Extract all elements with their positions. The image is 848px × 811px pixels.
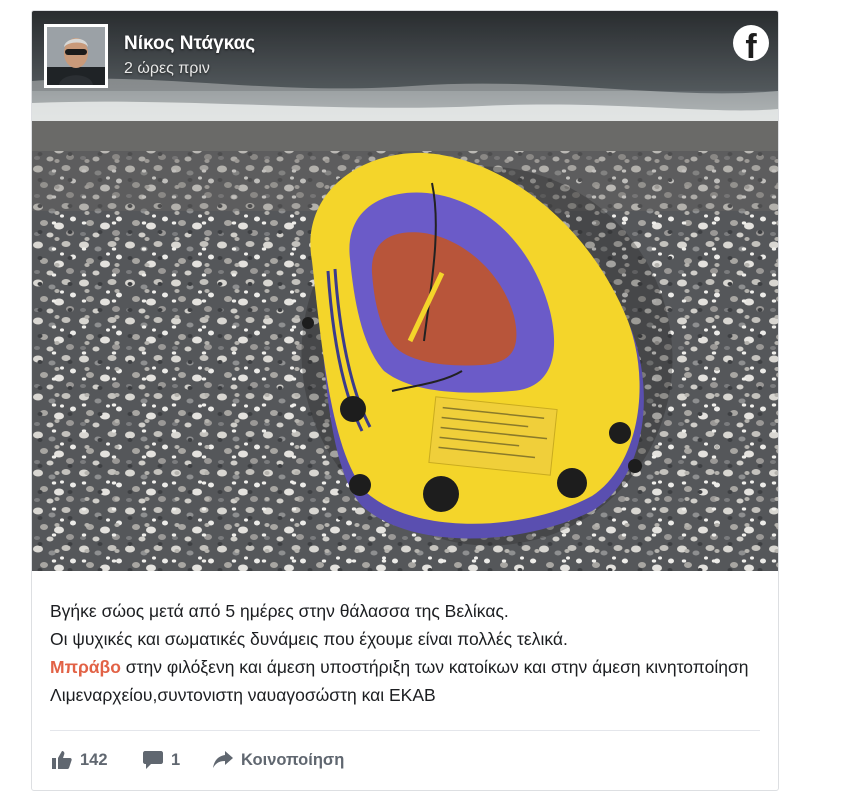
author-name[interactable]: Νίκος Ντάγκας [124,33,255,55]
avatar-photo [47,27,105,85]
boat-on-beach-image [32,11,778,571]
share-label: Κοινοποίηση [241,750,345,769]
comment-button[interactable]: 1 [143,747,180,773]
post-text-line: Μπράβο στην φιλόξενη και άμεση υποστήριξ… [50,653,765,709]
share-button[interactable]: Κοινοποίηση [213,747,344,773]
divider [50,730,760,731]
like-button[interactable]: 142 [52,747,108,773]
facebook-icon[interactable]: f [733,25,769,66]
post-header: Νίκος Ντάγκας 2 ώρες πριν f [32,11,778,91]
share-arrow-icon [213,751,233,769]
post-text-line: Οι ψυχικές και σωματικές δυνάμεις που έχ… [50,629,568,649]
post-text: Βγήκε σώος μετά από 5 ημέρες στην θάλασσ… [50,597,765,709]
like-count: 142 [80,750,108,769]
highlighted-word: Μπράβο [50,657,121,677]
thumbs-up-icon [52,751,72,769]
post-photo[interactable] [32,11,778,571]
post-text-rest: στην φιλόξενη και άμεση υποστήριξη των κ… [50,657,749,705]
post-card: Νίκος Ντάγκας 2 ώρες πριν f Βγήκε σώος μ… [31,10,779,791]
post-timestamp[interactable]: 2 ώρες πριν [124,60,210,78]
author-avatar[interactable] [44,24,108,88]
comment-count: 1 [171,750,181,769]
comment-icon [143,751,163,769]
post-text-line: Βγήκε σώος μετά από 5 ημέρες στην θάλασσ… [50,601,509,621]
